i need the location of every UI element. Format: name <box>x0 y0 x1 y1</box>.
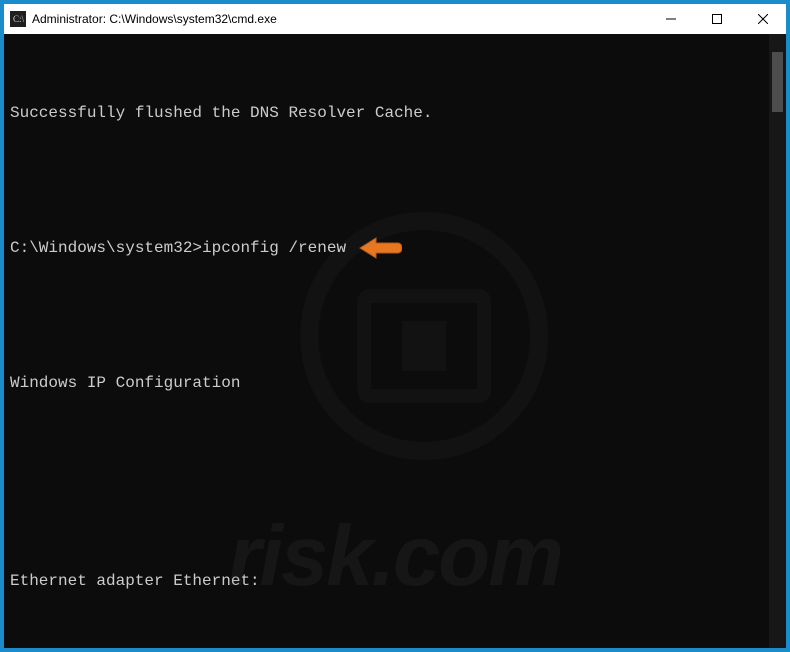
minimize-icon <box>666 14 676 24</box>
maximize-button[interactable] <box>694 4 740 34</box>
titlebar[interactable]: C:\ Administrator: C:\Windows\system32\c… <box>4 4 786 34</box>
typed-command: ipconfig /renew <box>202 237 346 259</box>
blank-line <box>10 168 780 190</box>
watermark-text: risk.com <box>228 546 562 568</box>
arrow-left-icon <box>358 234 402 262</box>
output-heading: Ethernet adapter Ethernet: <box>10 570 780 592</box>
scrollbar-thumb[interactable] <box>772 52 783 112</box>
close-icon <box>758 14 768 24</box>
blank-line <box>10 504 780 526</box>
blank-line <box>10 306 780 328</box>
output-line: Successfully flushed the DNS Resolver Ca… <box>10 102 780 124</box>
blank-line <box>10 438 780 460</box>
prompt-line: C:\Windows\system32>ipconfig /renew <box>10 234 780 262</box>
prompt-path: C:\Windows\system32> <box>10 237 202 259</box>
window-title: Administrator: C:\Windows\system32\cmd.e… <box>32 12 648 26</box>
window-controls <box>648 4 786 34</box>
vertical-scrollbar[interactable] <box>769 34 786 648</box>
blank-line <box>10 636 780 648</box>
minimize-button[interactable] <box>648 4 694 34</box>
cmd-window: C:\ Administrator: C:\Windows\system32\c… <box>4 4 786 648</box>
cmd-icon: C:\ <box>10 11 26 27</box>
output-heading: Windows IP Configuration <box>10 372 780 394</box>
close-button[interactable] <box>740 4 786 34</box>
maximize-icon <box>712 14 722 24</box>
svg-text:C:\: C:\ <box>13 14 25 24</box>
terminal-area[interactable]: Successfully flushed the DNS Resolver Ca… <box>4 34 786 648</box>
